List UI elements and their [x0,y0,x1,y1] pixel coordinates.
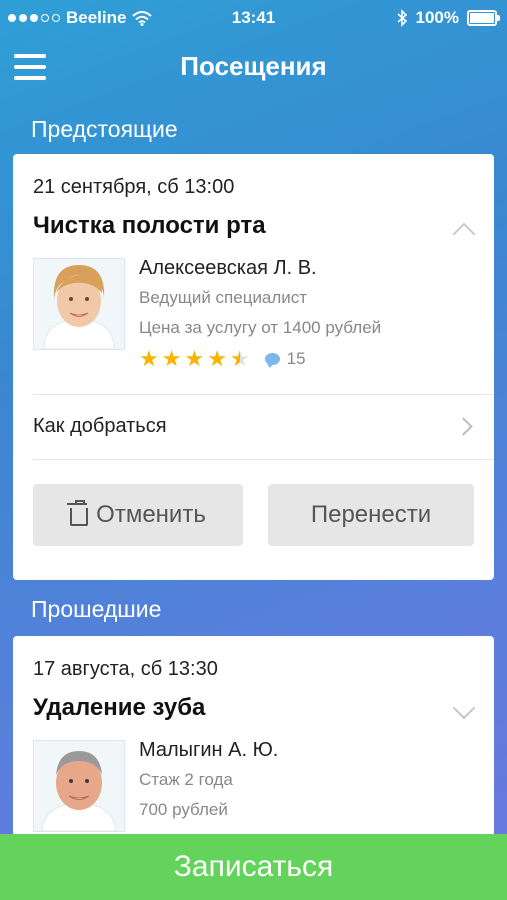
directions-label: Как добраться [33,415,167,437]
directions-row[interactable]: Как добраться [13,394,494,458]
section-past-label: Прошедшие [31,596,162,622]
status-bar: Beeline 13:41 100% [0,0,507,38]
collapse-chevron-icon[interactable] [452,222,476,246]
divider [33,459,494,460]
reschedule-button[interactable]: Перенести [268,484,474,546]
appointment-service: Удаление зуба [33,694,206,721]
bluetooth-icon [396,9,407,27]
nav-bar: Посещения [0,38,507,96]
expand-chevron-icon[interactable] [452,696,476,720]
battery-icon [467,10,500,26]
doctor-name: Алексеевская Л. В. [139,257,317,279]
appointment-date: 17 августа, сб 13:30 [33,658,218,680]
doctor-avatar [33,740,125,832]
book-appointment-label: Записаться [173,850,334,883]
comment-icon [264,353,280,368]
reschedule-label: Перенести [310,501,432,528]
book-appointment-button[interactable]: Записаться [0,834,507,900]
service-price: 700 рублей [139,800,228,819]
review-count: 15 [286,349,306,368]
past-appointment-card: 17 августа, сб 13:30 Удаление зуба Малыг… [13,636,494,866]
doctor-experience: Стаж 2 года [139,770,233,789]
upcoming-appointment-card: 21 сентября, сб 13:00 Чистка полости рта… [13,154,494,580]
star-icon: ★ [207,346,227,371]
star-icon: ★ [161,346,182,371]
service-price: Цена за услугу от 1400 рублей [139,318,382,337]
status-right: 100% [396,8,500,28]
chevron-right-icon [454,417,473,436]
appointment-date: 21 сентября, сб 13:00 [33,176,235,198]
doctor-position: Ведущий специалист [139,288,308,307]
half-star-icon: ★ [229,346,250,371]
page-title: Посещения [180,51,327,81]
doctor-avatar [33,258,125,350]
star-icon: ★ [184,346,205,371]
doctor-name: Малыгин А. Ю. [139,739,279,761]
battery-percent: 100% [415,8,459,27]
star-icon: ★ [139,346,159,371]
trash-icon [67,500,89,526]
cancel-label: Отменить [96,501,206,528]
doctor-rating: ★ ★ ★ ★ ★ 15 [139,348,306,370]
cancel-button[interactable]: Отменить [33,484,243,546]
appointment-service: Чистка полости рта [33,212,266,239]
section-upcoming-label: Предстоящие [31,116,178,142]
